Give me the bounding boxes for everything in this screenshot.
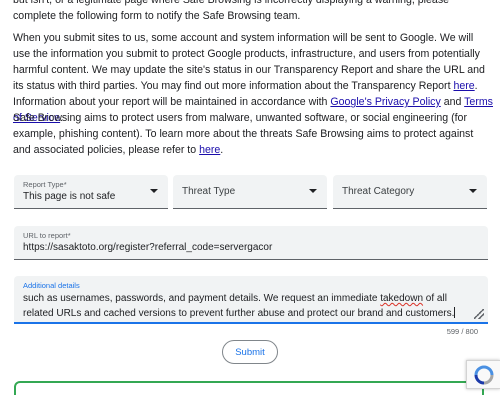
submit-button[interactable]: Submit: [222, 340, 278, 364]
details-text-before: such as usernames, passwords, and paymen…: [23, 293, 381, 304]
recaptcha-icon: [474, 365, 494, 385]
threat-category-placeholder: Threat Category: [342, 186, 415, 197]
report-type-value: This page is not safe: [23, 191, 116, 202]
additional-details-text: such as usernames, passwords, and paymen…: [23, 291, 473, 321]
threat-type-select[interactable]: Threat Type: [173, 175, 327, 209]
url-field-label: URL to report*: [23, 231, 71, 240]
character-counter: 599 / 800: [446, 327, 478, 336]
report-type-label: Report Type*: [23, 180, 67, 189]
threat-type-placeholder: Threat Type: [182, 186, 236, 197]
safe-browsing-text-1: Safe Browsing aims to protect users from…: [13, 112, 474, 156]
threats-policy-link[interactable]: here: [199, 144, 220, 156]
dropdown-arrow-icon: [469, 189, 477, 193]
privacy-text-3: and: [440, 96, 465, 108]
dropdown-arrow-icon: [150, 189, 158, 193]
report-type-select[interactable]: Report Type* This page is not safe: [14, 175, 168, 209]
transparency-report-link[interactable]: here: [453, 80, 474, 92]
dropdown-arrow-icon: [309, 189, 317, 193]
url-field[interactable]: URL to report* https://sasaktoto.org/reg…: [14, 226, 488, 260]
threat-category-select[interactable]: Threat Category: [333, 175, 487, 209]
additional-details-textarea[interactable]: Additional details such as usernames, pa…: [14, 276, 488, 324]
success-banner-edge: [14, 381, 484, 395]
privacy-text-1: When you submit sites to us, some accoun…: [13, 32, 485, 92]
intro-text: but isn't, or a legitimate page where Sa…: [13, 0, 450, 22]
safe-browsing-paragraph: Safe Browsing aims to protect users from…: [13, 110, 493, 158]
privacy-policy-link[interactable]: Google's Privacy Policy: [330, 96, 440, 108]
text-caret: [454, 307, 456, 318]
intro-paragraph-top: but isn't, or a legitimate page where Sa…: [13, 0, 493, 24]
resize-handle-icon[interactable]: [474, 309, 484, 319]
misspelled-word: takedown: [380, 293, 424, 304]
safe-browsing-text-2: .: [220, 144, 224, 156]
additional-details-label: Additional details: [23, 281, 80, 290]
recaptcha-badge[interactable]: [466, 360, 500, 389]
url-field-value: https://sasaktoto.org/register?referral_…: [23, 242, 273, 253]
